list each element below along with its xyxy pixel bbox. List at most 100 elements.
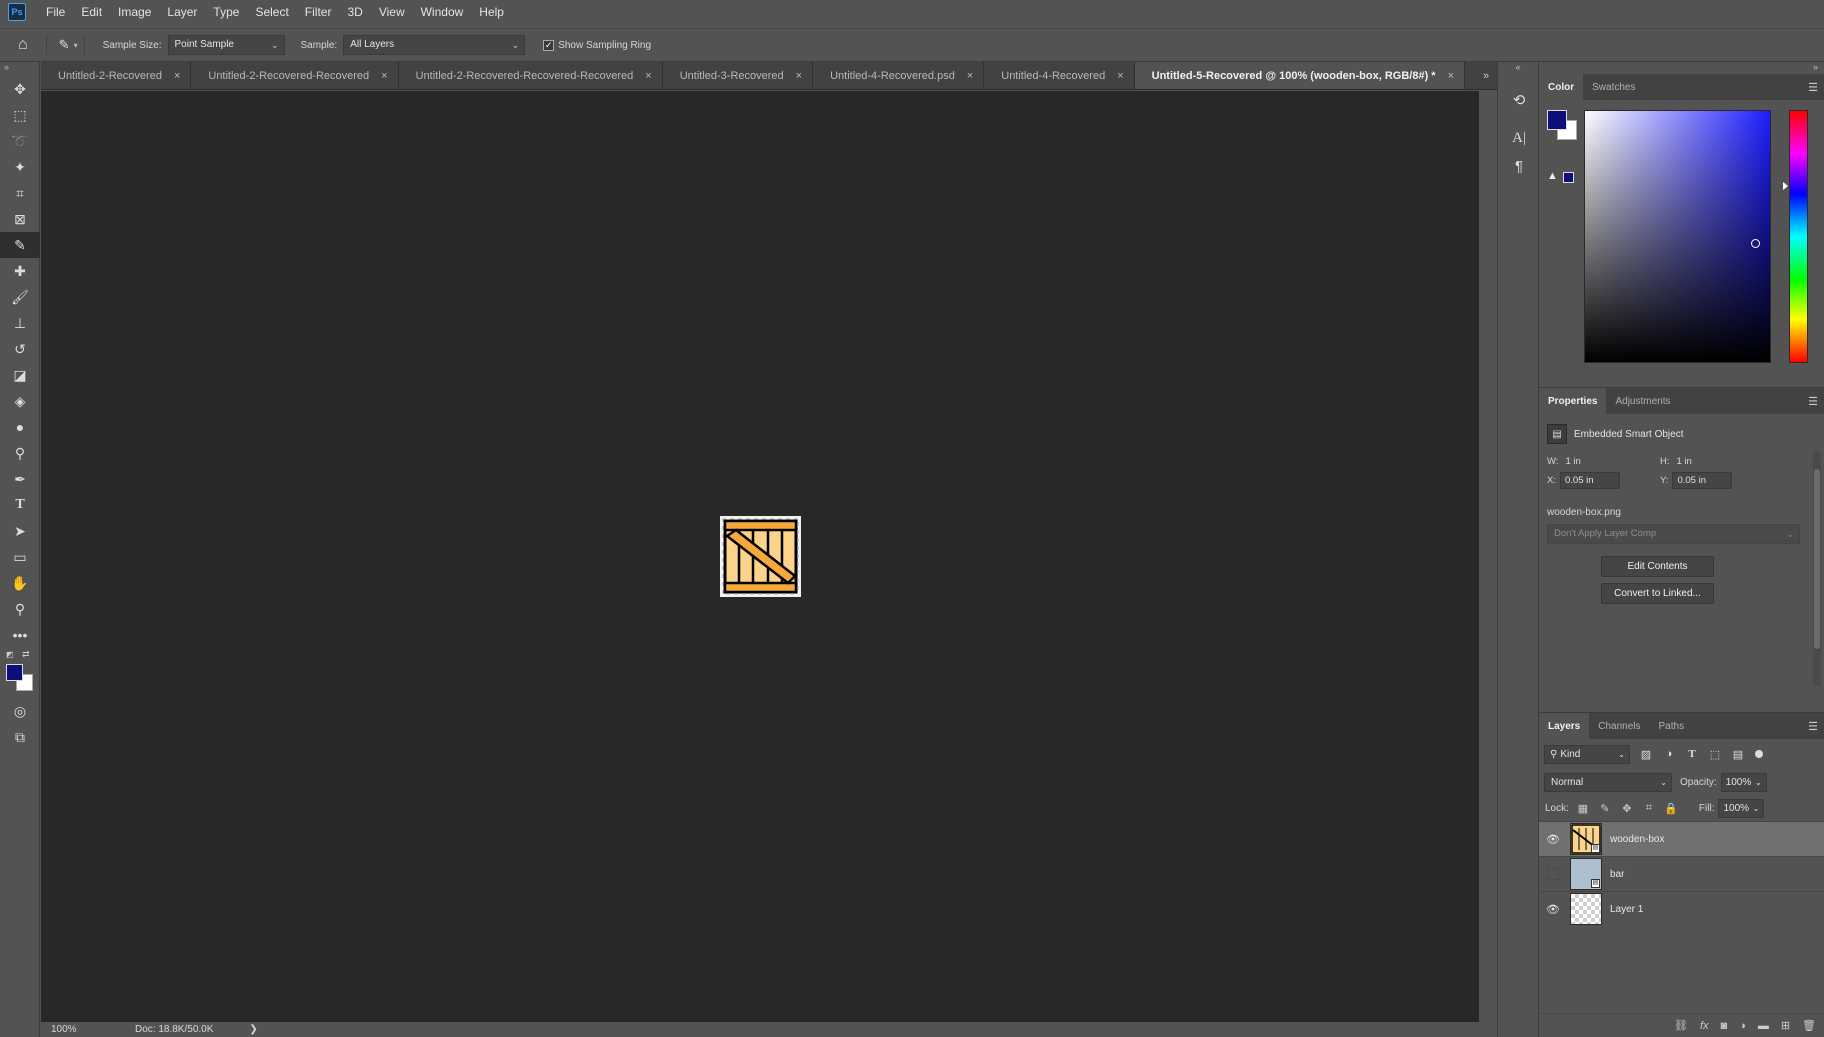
filter-toggle[interactable] [1755,750,1763,758]
quick-mask-icon[interactable]: ◎ [0,698,40,724]
out-of-gamut-warning-icon[interactable]: ▲ [1547,170,1558,182]
default-colors-icon[interactable]: ◩ [6,650,14,659]
document-tab[interactable]: Untitled-4-Recovered.psd × [813,62,985,89]
healing-brush-icon[interactable]: ✚ [0,258,40,284]
menu-help[interactable]: Help [471,0,512,24]
collapse-dock-icon[interactable]: « [1498,62,1538,80]
crop-tool-icon[interactable]: ⌗ [0,180,40,206]
panel-menu-icon[interactable]: ☰ [1808,720,1818,733]
blend-mode-select[interactable]: Normal ⌄ [1544,772,1672,792]
document-tab-active[interactable]: Untitled-5-Recovered @ 100% (wooden-box,… [1134,62,1466,89]
foreground-color-swatch[interactable] [1547,110,1567,130]
fill-input[interactable]: 100% ⌄ [1718,798,1765,818]
layer-style-icon[interactable]: fx [1700,1020,1709,1032]
swap-colors-icon[interactable]: ⇄ [22,649,30,660]
pen-tool-icon[interactable]: ✒ [0,466,40,492]
document-tab[interactable]: Untitled-2-Recovered-Recovered-Recovered… [399,62,663,89]
lock-artboard-icon[interactable]: ⌗ [1641,802,1657,815]
eye-hidden-icon[interactable] [1547,868,1559,880]
brush-tool-icon[interactable]: 🖌 [0,284,40,310]
close-icon[interactable]: × [381,70,387,82]
close-icon[interactable]: × [645,70,651,82]
chevron-down-icon[interactable]: ▾ [74,41,78,50]
zoom-tool-icon[interactable]: ⚲ [0,596,40,622]
lasso-tool-icon[interactable]: ➰ [0,128,40,154]
marquee-tool-icon[interactable]: ⬚ [0,102,40,128]
layer-name[interactable]: wooden-box [1610,834,1664,845]
rectangle-tool-icon[interactable]: ▭ [0,544,40,570]
show-sampling-ring-checkbox[interactable]: ✓ [543,39,555,51]
link-layers-icon[interactable]: ⛓ [1674,1019,1688,1032]
move-tool-icon[interactable]: ✥ [0,76,40,102]
menu-window[interactable]: Window [413,0,472,24]
paragraph-panel-icon[interactable]: ¶ [1498,152,1540,180]
clone-stamp-icon[interactable]: ⊥ [0,310,40,336]
tab-swatches[interactable]: Swatches [1583,74,1644,100]
document-tab[interactable]: Untitled-3-Recovered × [663,62,814,89]
photoshop-logo[interactable]: Ps [8,3,26,21]
tab-adjustments[interactable]: Adjustments [1606,388,1679,414]
screen-mode-icon[interactable]: ⧉ [0,724,40,750]
status-menu-icon[interactable]: ❯ [249,1024,257,1035]
menu-layer[interactable]: Layer [159,0,205,24]
layer-row[interactable]: 👁 Layer 1 [1539,891,1824,926]
delete-layer-icon[interactable]: 🗑 [1802,1019,1816,1032]
history-brush-icon[interactable]: ↺ [0,336,40,362]
character-panel-icon[interactable]: A| [1498,124,1540,152]
lock-all-icon[interactable]: 🔒 [1663,802,1679,815]
layer-name[interactable]: Layer 1 [1610,904,1643,915]
eraser-tool-icon[interactable]: ◪ [0,362,40,388]
layer-row[interactable]: 👁 ▤ wooden-box [1539,821,1824,856]
filter-kind-select[interactable]: ⚲ Kind ⌄ [1544,744,1630,764]
close-icon[interactable]: × [796,70,802,82]
menu-filter[interactable]: Filter [297,0,340,24]
eyedropper-tool-icon[interactable]: ✎ [0,232,40,258]
close-icon[interactable]: × [1117,70,1123,82]
blur-tool-icon[interactable]: ● [0,414,40,440]
hue-slider[interactable] [1789,110,1808,363]
type-filter-icon[interactable]: T [1685,748,1699,760]
edit-contents-button[interactable]: Edit Contents [1601,556,1714,577]
hand-tool-icon[interactable]: ✋ [0,570,40,596]
magic-wand-icon[interactable]: ✦ [0,154,40,180]
zoom-level[interactable]: 100% [41,1024,101,1035]
adjustment-layer-icon[interactable]: ◑ [1739,1020,1746,1032]
path-selection-icon[interactable]: ➤ [0,518,40,544]
document-tab[interactable]: Untitled-2-Recovered-Recovered × [191,62,399,89]
opacity-input[interactable]: 100% ⌄ [1720,772,1767,792]
menu-type[interactable]: Type [205,0,247,24]
lock-position-icon[interactable]: ✥ [1619,802,1635,815]
scrollbar-thumb[interactable] [1814,469,1820,649]
new-group-icon[interactable]: ▬ [1758,1020,1769,1032]
close-icon[interactable]: × [174,70,180,82]
color-picker-ring[interactable] [1751,238,1761,248]
tab-color[interactable]: Color [1539,74,1584,100]
smart-object-filter-icon[interactable]: ▤ [1731,748,1745,761]
tabs-overflow-icon[interactable]: » [1475,62,1497,89]
menu-select[interactable]: Select [247,0,296,24]
foreground-color-swatch[interactable] [6,664,23,681]
collapse-toolbar-icon[interactable]: » [0,62,39,76]
layer-row[interactable]: ▤ bar [1539,856,1824,891]
lock-image-icon[interactable]: ✎ [1597,802,1613,815]
add-mask-icon[interactable]: ◙ [1721,1020,1728,1032]
document-tab[interactable]: Untitled-4-Recovered × [984,62,1135,89]
home-icon[interactable]: ⌂ [18,36,28,54]
dodge-tool-icon[interactable]: ⚲ [0,440,40,466]
menu-view[interactable]: View [371,0,413,24]
close-icon[interactable]: × [967,70,973,82]
document-tab[interactable]: Untitled-2-Recovered × [41,62,192,89]
tab-paths[interactable]: Paths [1650,713,1694,739]
collapse-panels-icon[interactable]: » [1813,62,1818,72]
eyedropper-preset-icon[interactable]: ✎ [59,37,70,53]
more-tools-icon[interactable]: ••• [0,622,40,648]
eye-icon[interactable]: 👁 [1542,833,1564,846]
tab-layers[interactable]: Layers [1539,713,1590,739]
menu-image[interactable]: Image [110,0,159,24]
sample-size-select[interactable]: Point Sample ⌄ [167,35,285,55]
panel-menu-icon[interactable]: ☰ [1808,81,1818,94]
new-layer-icon[interactable]: ⊞ [1781,1019,1790,1032]
menu-file[interactable]: File [38,0,73,24]
panel-menu-icon[interactable]: ☰ [1808,395,1818,408]
web-safe-color-swatch[interactable] [1563,172,1574,183]
